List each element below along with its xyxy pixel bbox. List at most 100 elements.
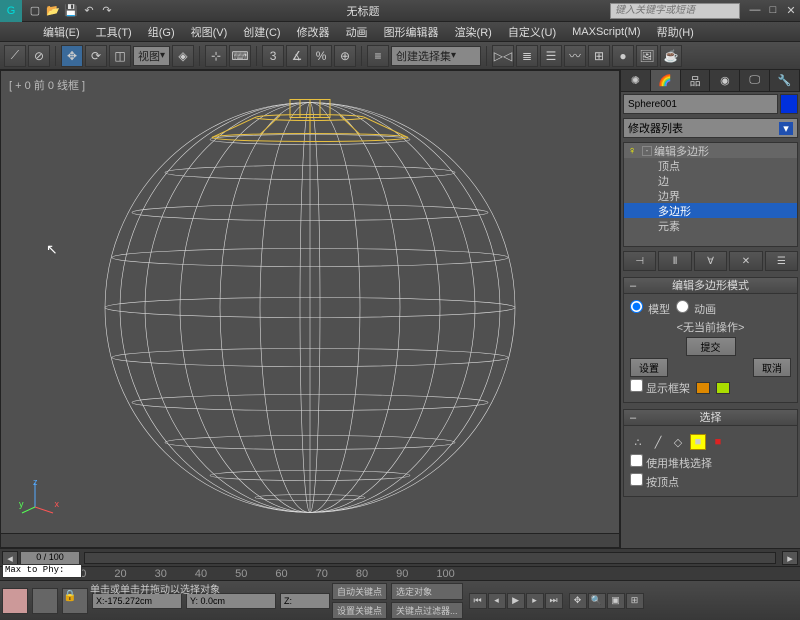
pan-icon[interactable]: ✥ <box>569 593 587 609</box>
time-track[interactable] <box>84 552 776 564</box>
refcoord-dropdown[interactable]: 视图 ▾ <box>133 46 170 66</box>
sphere-wireframe[interactable] <box>100 98 520 521</box>
unlink-icon[interactable]: ⊘ <box>28 45 50 67</box>
use-stack-sel-checkbox[interactable]: 使用堆栈选择 <box>630 454 712 471</box>
time-next-icon[interactable]: ▸ <box>782 551 798 565</box>
rollout-header[interactable]: –编辑多边形模式 <box>624 278 797 294</box>
angle-snap-icon[interactable]: ∡ <box>286 45 308 67</box>
lock-icon[interactable]: 🔒 <box>62 588 88 614</box>
stack-edit-poly[interactable]: ♀-编辑多边形 <box>624 143 797 158</box>
goto-start-icon[interactable]: ⏮ <box>469 593 487 609</box>
menu-create[interactable]: 创建(C) <box>235 22 288 42</box>
radio-anim[interactable]: 动画 <box>676 300 716 317</box>
redo-icon[interactable]: ↷ <box>99 3 115 19</box>
goto-end-icon[interactable]: ⏭ <box>545 593 563 609</box>
named-sel-icon[interactable]: ≡ <box>367 45 389 67</box>
select-manip-icon[interactable]: ⊹ <box>205 45 227 67</box>
stack-border[interactable]: 边界 <box>624 188 797 203</box>
select-link-icon[interactable]: ⟋ <box>4 45 26 67</box>
app-logo[interactable]: G <box>0 0 22 22</box>
tab-utilities[interactable]: 🔧 <box>770 70 800 91</box>
rollout-header-sel[interactable]: –选择 <box>624 410 797 426</box>
menu-edit[interactable]: 编辑(E) <box>35 22 88 42</box>
menu-grapheditor[interactable]: 图形编辑器 <box>376 22 447 42</box>
layers-icon[interactable]: ☰ <box>540 45 562 67</box>
keymode-icon[interactable]: ⌨ <box>229 45 251 67</box>
status-grid2[interactable] <box>32 588 58 614</box>
maximize-icon[interactable]: □ <box>765 4 781 18</box>
pin-stack-icon[interactable]: ⊣ <box>623 251 656 271</box>
percent-snap-icon[interactable]: % <box>310 45 332 67</box>
menu-view[interactable]: 视图(V) <box>183 22 236 42</box>
menu-modifiers[interactable]: 修改器 <box>289 22 338 42</box>
modifier-list-dropdown[interactable]: 修改器列表▾ <box>623 118 798 138</box>
schematic-icon[interactable]: ⊞ <box>588 45 610 67</box>
align-icon[interactable]: ≣ <box>516 45 538 67</box>
time-prev-icon[interactable]: ◂ <box>2 551 18 565</box>
curve-editor-icon[interactable]: 〰 <box>564 45 586 67</box>
remove-mod-icon[interactable]: ✕ <box>729 251 762 271</box>
menu-anim[interactable]: 动画 <box>338 22 376 42</box>
open-icon[interactable]: 📂 <box>45 3 61 19</box>
subobj-vertex-icon[interactable]: ∴ <box>630 434 646 450</box>
play-icon[interactable]: ▶ <box>507 593 525 609</box>
object-name-input[interactable] <box>623 94 778 114</box>
menu-maxscript[interactable]: MAXScript(M) <box>564 24 648 40</box>
show-cage-checkbox[interactable]: 显示框架 <box>630 379 690 396</box>
material-editor-icon[interactable]: ● <box>612 45 634 67</box>
menu-customize[interactable]: 自定义(U) <box>500 22 564 42</box>
undo-icon[interactable]: ↶ <box>81 3 97 19</box>
tab-modify[interactable]: 🌈 <box>651 70 681 91</box>
subobj-edge-icon[interactable]: ╱ <box>650 434 666 450</box>
subobj-element-icon[interactable]: ■ <box>710 434 726 450</box>
close-icon[interactable]: ✕ <box>783 4 799 18</box>
render-icon[interactable]: ☕ <box>660 45 682 67</box>
render-setup-icon[interactable]: 🖼 <box>636 45 658 67</box>
modifier-stack[interactable]: ♀-编辑多边形 顶点 边 边界 多边形 元素 <box>623 142 798 247</box>
prev-frame-icon[interactable]: ◂ <box>488 593 506 609</box>
unique-icon[interactable]: ∀ <box>694 251 727 271</box>
subobj-border-icon[interactable]: ◇ <box>670 434 686 450</box>
coord-z[interactable] <box>280 593 330 609</box>
max-viewport-icon[interactable]: ⊞ <box>626 593 644 609</box>
help-search[interactable] <box>610 3 740 19</box>
viewport-front[interactable]: [ + 0 前 0 线框 ] ↖ <box>0 70 620 548</box>
stack-polygon[interactable]: 多边形 <box>624 203 797 218</box>
tab-hierarchy[interactable]: 品 <box>681 70 711 91</box>
mirror-icon[interactable]: ▷◁ <box>492 45 514 67</box>
pivot-icon[interactable]: ◈ <box>172 45 194 67</box>
menu-tools[interactable]: 工具(T) <box>88 22 140 42</box>
key-filter-button[interactable]: 关键点过滤器... <box>391 602 463 619</box>
save-icon[interactable]: 💾 <box>63 3 79 19</box>
viewport-label[interactable]: [ + 0 前 0 线框 ] <box>9 77 85 93</box>
cancel-button[interactable]: 取消 <box>753 358 791 377</box>
commit-button[interactable]: 提交 <box>686 337 736 356</box>
time-slider[interactable]: ◂ 0 / 100 ▸ <box>0 548 800 566</box>
rotate-icon[interactable]: ⟳ <box>85 45 107 67</box>
stack-vertex[interactable]: 顶点 <box>624 158 797 173</box>
by-vertex-checkbox[interactable]: 按顶点 <box>630 473 679 490</box>
tab-motion[interactable]: ◉ <box>710 70 740 91</box>
snap-toggle-icon[interactable]: 3 <box>262 45 284 67</box>
next-frame-icon[interactable]: ▸ <box>526 593 544 609</box>
show-end-icon[interactable]: Ⅱ <box>658 251 691 271</box>
new-icon[interactable]: ▢ <box>27 3 43 19</box>
spinner-snap-icon[interactable]: ⊕ <box>334 45 356 67</box>
menu-help[interactable]: 帮助(H) <box>649 22 702 42</box>
selection-set-dropdown[interactable]: 创建选择集 ▾ <box>391 46 481 66</box>
fov-icon[interactable]: ▣ <box>607 593 625 609</box>
set-key-button[interactable]: 设置关键点 <box>332 602 387 619</box>
zoom-icon[interactable]: 🔍 <box>588 593 606 609</box>
radio-model[interactable]: 模型 <box>630 300 670 317</box>
viewport-scrollbar[interactable] <box>1 533 619 547</box>
menu-render[interactable]: 渲染(R) <box>447 22 500 42</box>
menu-group[interactable]: 组(G) <box>140 22 183 42</box>
tab-create[interactable]: ✺ <box>621 70 651 91</box>
object-color-swatch[interactable] <box>780 94 798 114</box>
maxscript-listener[interactable]: Max to Phy: <box>2 564 82 578</box>
scale-icon[interactable]: ◫ <box>109 45 131 67</box>
status-grid1[interactable] <box>2 588 28 614</box>
stack-element[interactable]: 元素 <box>624 218 797 233</box>
auto-key-button[interactable]: 自动关键点 <box>332 583 387 600</box>
selected-obj-label[interactable]: 选定对象 <box>391 583 463 600</box>
